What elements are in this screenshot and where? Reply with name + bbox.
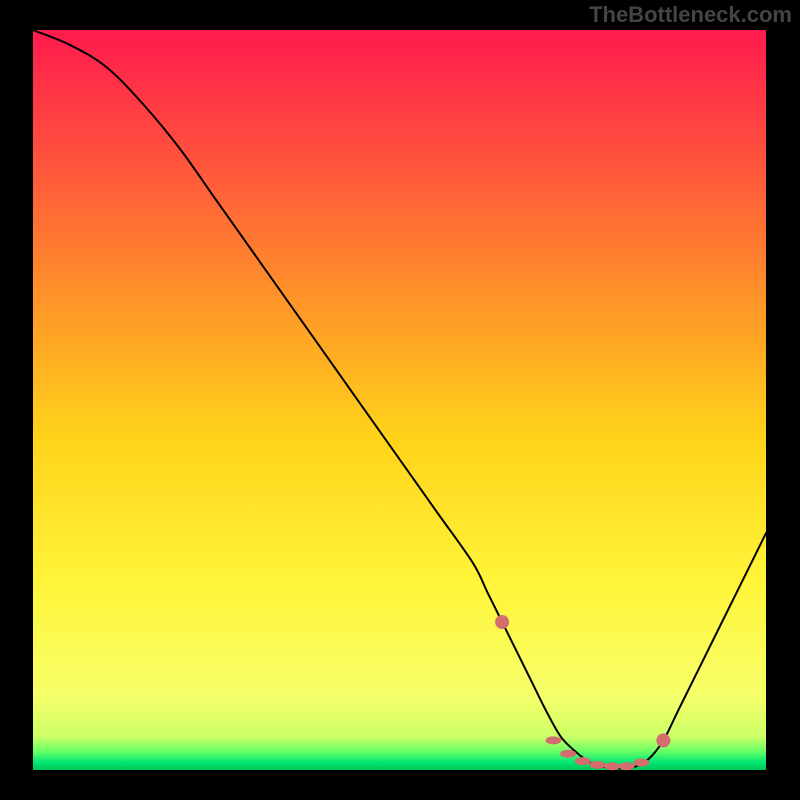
valley-marker [545,736,561,744]
valley-marker [619,762,635,770]
valley-marker [589,761,605,769]
valley-marker [575,757,591,765]
valley-marker [656,733,670,747]
chart-container: TheBottleneck.com [0,0,800,800]
watermark-text: TheBottleneck.com [589,2,792,28]
valley-marker [604,762,620,770]
plot-background [33,30,766,770]
valley-marker [633,759,649,767]
bottleneck-curve-chart [0,0,800,800]
valley-marker [495,615,509,629]
valley-marker [560,750,576,758]
